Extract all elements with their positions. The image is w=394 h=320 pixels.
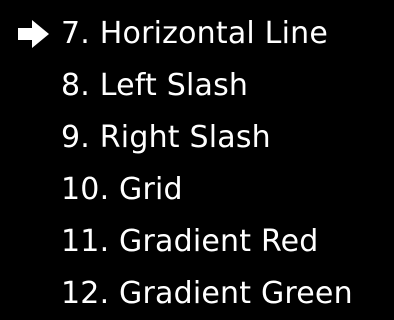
menu-item-gradient-green[interactable]: 12. Gradient Green xyxy=(0,268,394,320)
menu-item-label: 9. Right Slash xyxy=(61,120,271,155)
menu-item-label: 12. Gradient Green xyxy=(61,276,353,311)
menu-item-gradient-red[interactable]: 11. Gradient Red xyxy=(0,216,394,268)
menu-item-label: 8. Left Slash xyxy=(61,68,249,103)
menu-item-horizontal-line[interactable]: 7. Horizontal Line xyxy=(0,8,394,60)
right-arrow-icon xyxy=(17,19,51,49)
menu-item-label: 7. Horizontal Line xyxy=(61,16,328,51)
menu-item-label: 10. Grid xyxy=(61,172,183,207)
pattern-menu: 7. Horizontal Line 8. Left Slash 9. Righ… xyxy=(0,8,394,320)
pattern-menu-screen: 7. Horizontal Line 8. Left Slash 9. Righ… xyxy=(0,0,394,320)
menu-item-label: 11. Gradient Red xyxy=(61,224,319,259)
menu-item-left-slash[interactable]: 8. Left Slash xyxy=(0,60,394,112)
menu-item-right-slash[interactable]: 9. Right Slash xyxy=(0,112,394,164)
menu-item-grid[interactable]: 10. Grid xyxy=(0,164,394,216)
